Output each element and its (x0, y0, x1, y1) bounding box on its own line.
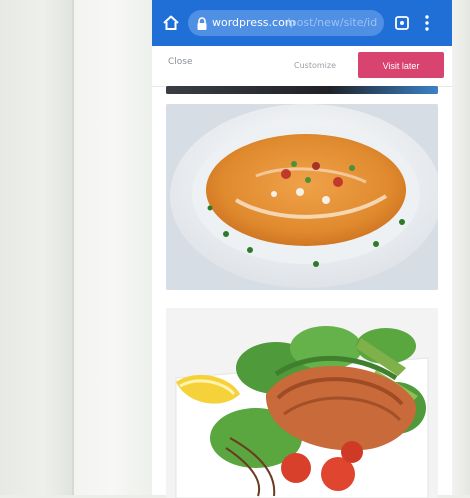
browser-toolbar: wordpress.com /post/new/site/id (152, 0, 452, 46)
background-left-surface (0, 0, 72, 495)
feed-image-soup[interactable] (166, 104, 438, 290)
site-banner: Close Customize Visit later (152, 46, 452, 87)
feed-image-partial[interactable] (166, 86, 438, 94)
url-path: /post/new/site/id (286, 16, 378, 29)
tabs-icon[interactable] (394, 15, 410, 31)
lock-icon (196, 16, 208, 30)
salmon-photo (166, 308, 438, 498)
overflow-menu-icon[interactable] (424, 14, 430, 32)
background-mid-surface (74, 0, 152, 495)
soup-photo (166, 104, 438, 290)
customize-link[interactable]: Customize (294, 61, 336, 70)
close-link[interactable]: Close (168, 57, 193, 67)
feed-image-salmon[interactable] (166, 308, 438, 498)
phone-browser: wordpress.com /post/new/site/id Close Cu… (152, 0, 452, 498)
background-right-edge (452, 0, 470, 495)
partial-image-strip (166, 86, 438, 94)
url-host: wordpress.com (212, 16, 296, 29)
address-bar[interactable]: wordpress.com /post/new/site/id (188, 10, 384, 36)
visit-later-button[interactable]: Visit later (358, 52, 444, 78)
home-icon[interactable] (162, 14, 180, 32)
